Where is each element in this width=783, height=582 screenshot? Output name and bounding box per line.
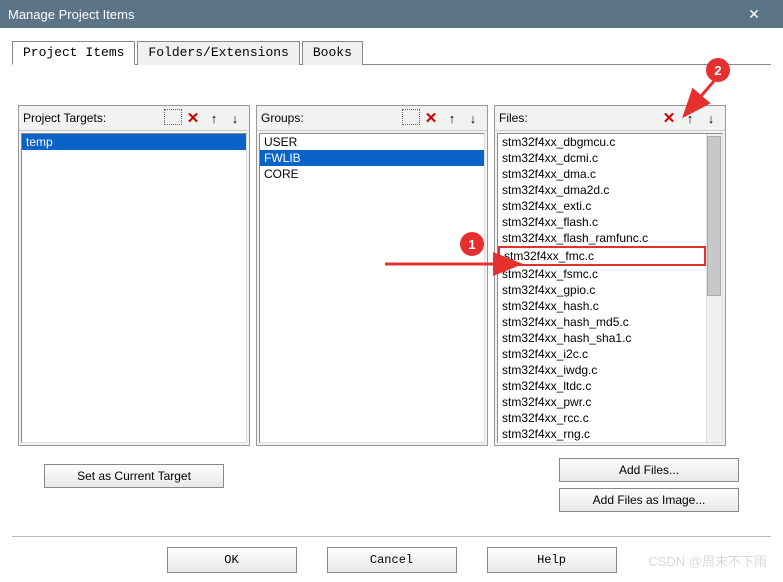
- move-down-icon[interactable]: ↓: [225, 109, 245, 127]
- cancel-button[interactable]: Cancel: [327, 547, 457, 573]
- tab-books[interactable]: Books: [302, 41, 363, 65]
- list-item[interactable]: stm32f4xx_hash_md5.c: [498, 314, 706, 330]
- groups-label: Groups:: [261, 111, 304, 125]
- list-item[interactable]: stm32f4xx_dcmi.c: [498, 150, 706, 166]
- list-item[interactable]: stm32f4xx_hash.c: [498, 298, 706, 314]
- list-item[interactable]: CORE: [260, 166, 484, 182]
- move-up-icon[interactable]: ↑: [680, 109, 700, 127]
- new-icon[interactable]: [402, 109, 420, 125]
- set-current-target-button[interactable]: Set as Current Target: [44, 464, 224, 488]
- list-item[interactable]: stm32f4xx_fmc.c: [498, 246, 706, 266]
- scrollbar[interactable]: [706, 134, 722, 442]
- move-up-icon[interactable]: ↑: [204, 109, 224, 127]
- list-item[interactable]: stm32f4xx_flash_ramfunc.c: [498, 230, 706, 246]
- panel-groups: Groups: ✕ ↑ ↓ USER FWLIB CORE: [256, 105, 488, 446]
- watermark: CSDN @周末不下雨: [648, 551, 767, 570]
- delete-icon[interactable]: ✕: [183, 109, 203, 127]
- list-item[interactable]: stm32f4xx_flash.c: [498, 214, 706, 230]
- list-item[interactable]: stm32f4xx_rng.c: [498, 426, 706, 442]
- delete-icon[interactable]: ✕: [659, 109, 679, 127]
- panel-files: Files: ✕ ↑ ↓ stm32f4xx_dbgmcu.c stm32f4x…: [494, 105, 726, 446]
- list-item[interactable]: stm32f4xx_gpio.c: [498, 282, 706, 298]
- list-item[interactable]: stm32f4xx_dma2d.c: [498, 182, 706, 198]
- panel-project-targets: Project Targets: ✕ ↑ ↓ temp: [18, 105, 250, 446]
- files-label: Files:: [499, 111, 528, 125]
- list-item[interactable]: stm32f4xx_hash_sha1.c: [498, 330, 706, 346]
- help-button[interactable]: Help: [487, 547, 617, 573]
- add-files-button[interactable]: Add Files...: [559, 458, 739, 482]
- list-item[interactable]: USER: [260, 134, 484, 150]
- list-item[interactable]: stm32f4xx_rcc.c: [498, 410, 706, 426]
- move-up-icon[interactable]: ↑: [442, 109, 462, 127]
- groups-list[interactable]: USER FWLIB CORE: [260, 134, 484, 182]
- list-item[interactable]: stm32f4xx_exti.c: [498, 198, 706, 214]
- targets-list[interactable]: temp: [22, 134, 246, 150]
- delete-icon[interactable]: ✕: [421, 109, 441, 127]
- tab-folders-extensions[interactable]: Folders/Extensions: [137, 41, 299, 65]
- list-item[interactable]: stm32f4xx_dbgmcu.c: [498, 134, 706, 150]
- list-item[interactable]: FWLIB: [260, 150, 484, 166]
- window-title: Manage Project Items: [8, 7, 134, 22]
- targets-label: Project Targets:: [23, 111, 106, 125]
- ok-button[interactable]: OK: [167, 547, 297, 573]
- list-item[interactable]: stm32f4xx_ltdc.c: [498, 378, 706, 394]
- move-down-icon[interactable]: ↓: [463, 109, 483, 127]
- list-item[interactable]: temp: [22, 134, 246, 150]
- add-files-image-button[interactable]: Add Files as Image...: [559, 488, 739, 512]
- list-item[interactable]: stm32f4xx_iwdg.c: [498, 362, 706, 378]
- tab-project-items[interactable]: Project Items: [12, 41, 135, 65]
- tab-row: Project Items Folders/Extensions Books: [12, 40, 771, 65]
- close-icon[interactable]: ✕: [733, 0, 775, 28]
- list-item[interactable]: stm32f4xx_dma.c: [498, 166, 706, 182]
- new-icon[interactable]: [164, 109, 182, 125]
- files-list[interactable]: stm32f4xx_dbgmcu.c stm32f4xx_dcmi.c stm3…: [498, 134, 706, 442]
- window-titlebar: Manage Project Items ✕: [0, 0, 783, 28]
- list-item[interactable]: stm32f4xx_pwr.c: [498, 394, 706, 410]
- scrollbar-thumb[interactable]: [707, 136, 721, 296]
- move-down-icon[interactable]: ↓: [701, 109, 721, 127]
- list-item[interactable]: stm32f4xx_i2c.c: [498, 346, 706, 362]
- list-item[interactable]: stm32f4xx_fsmc.c: [498, 266, 706, 282]
